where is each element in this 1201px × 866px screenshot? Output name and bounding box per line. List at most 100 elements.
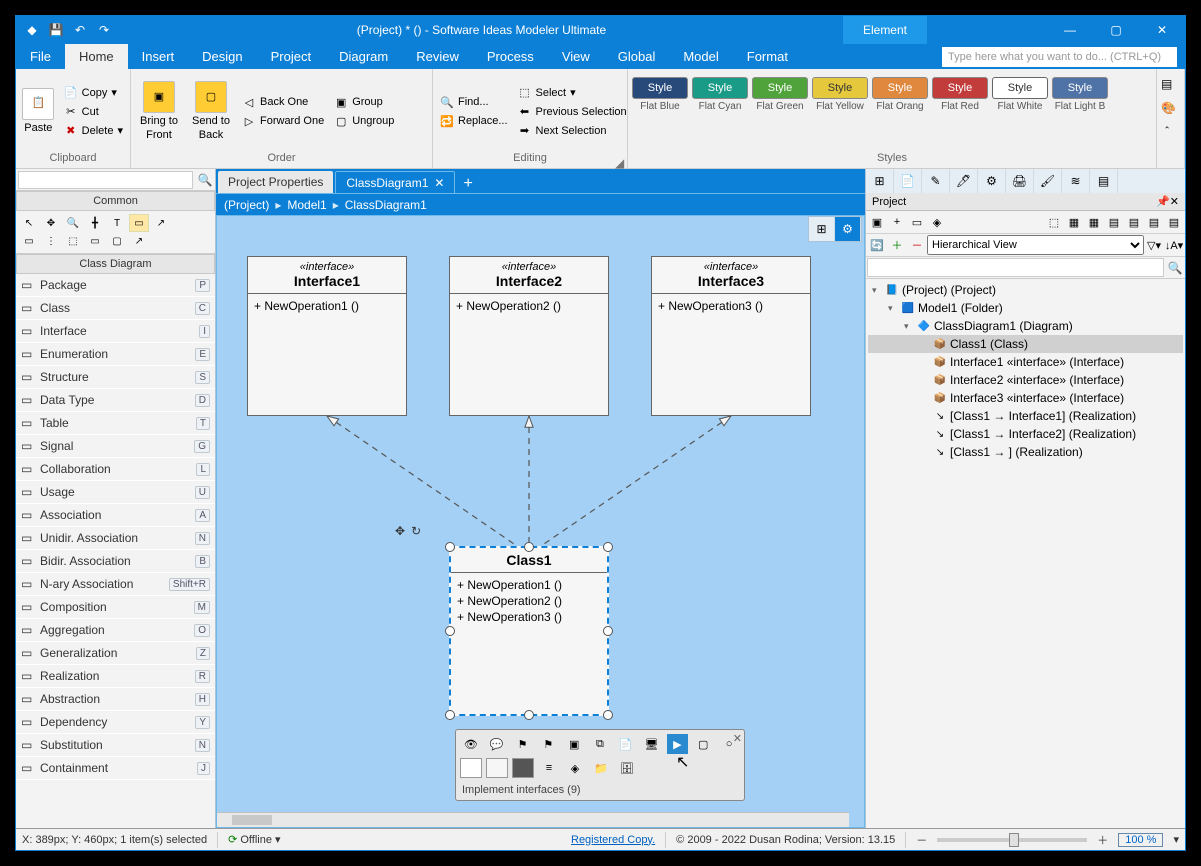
menu-home[interactable]: Home	[65, 44, 128, 69]
swatch-gray[interactable]	[486, 758, 508, 778]
view-mode-select[interactable]: Hierarchical View	[927, 235, 1144, 255]
tool-structure[interactable]: ▭StructureS	[16, 366, 215, 389]
rt-8[interactable]: ≋	[1062, 169, 1090, 193]
sm-7[interactable]: 📄	[615, 734, 637, 754]
tool-c[interactable]: ⬚	[63, 232, 83, 250]
tool-collaboration[interactable]: ▭CollaborationL	[16, 458, 215, 481]
sm-list[interactable]: ≡	[538, 758, 560, 778]
tool-association[interactable]: ▭AssociationA	[16, 504, 215, 527]
sm-shape1[interactable]: ◈	[564, 758, 586, 778]
apply-style-icon[interactable]: 🎨	[1161, 101, 1180, 115]
tree-node[interactable]: 📦Interface3 «interface» (Interface)	[868, 389, 1183, 407]
rt-5[interactable]: ⚙	[978, 169, 1006, 193]
style-flat-cyan[interactable]: Style	[692, 77, 748, 99]
select-button[interactable]: ⬚Select ▾	[515, 85, 630, 101]
minimize-button[interactable]: —	[1047, 16, 1093, 44]
rt-2[interactable]: 📄	[894, 169, 922, 193]
arrow-tool[interactable]: ↗	[151, 214, 171, 232]
menu-insert[interactable]: Insert	[128, 44, 189, 69]
pt-2[interactable]: +	[887, 212, 907, 232]
zoom-out-icon[interactable]: －	[916, 832, 927, 848]
close-button[interactable]: ✕	[1139, 16, 1185, 44]
find-button[interactable]: 🔍Find...	[437, 94, 511, 110]
class-element[interactable]: Class1 + NewOperation1 ()+ NewOperation2…	[449, 546, 609, 716]
interface-element[interactable]: «interface»Interface3+ NewOperation3 ()	[651, 256, 811, 416]
filter-icon[interactable]: ▽▾	[1144, 235, 1164, 255]
styles-gallery[interactable]: StyleFlat BlueStyleFlat CyanStyleFlat Gr…	[632, 77, 1152, 112]
breadcrumb-item[interactable]: ClassDiagram1	[345, 198, 427, 212]
tool-enumeration[interactable]: ▭EnumerationE	[16, 343, 215, 366]
breadcrumb-item[interactable]: Model1	[287, 198, 326, 212]
tab-close-icon[interactable]: ✕	[434, 176, 444, 190]
tool-generalization[interactable]: ▭GeneralizationZ	[16, 642, 215, 665]
pt-9[interactable]: ▤	[1124, 212, 1144, 232]
tree-node[interactable]: ▾🔷ClassDiagram1 (Diagram)	[868, 317, 1183, 335]
rt-6[interactable]: 🖨	[1006, 169, 1034, 193]
horizontal-scrollbar[interactable]	[217, 812, 849, 827]
prev-selection-button[interactable]: ⬅Previous Selection	[515, 104, 630, 120]
add-icon[interactable]: ＋	[887, 235, 907, 255]
remove-icon[interactable]: －	[907, 235, 927, 255]
hand-tool[interactable]: ✥	[41, 214, 61, 232]
bring-front-button[interactable]: ▣Bring to Front	[135, 81, 183, 141]
pt-3[interactable]: ▭	[907, 212, 927, 232]
tool-unidir-association[interactable]: ▭Unidir. AssociationN	[16, 527, 215, 550]
pt-4[interactable]: ◈	[927, 212, 947, 232]
tool-abstraction[interactable]: ▭AbstractionH	[16, 688, 215, 711]
ct-2[interactable]: ⚙	[835, 217, 861, 241]
more-styles-icon[interactable]: ▤	[1161, 77, 1180, 91]
tree-node[interactable]: 📦Interface1 «interface» (Interface)	[868, 353, 1183, 371]
tool-class[interactable]: ▭ClassC	[16, 297, 215, 320]
menu-file[interactable]: File	[16, 44, 65, 69]
tool-b[interactable]: ⋮	[41, 232, 61, 250]
maximize-button[interactable]: ▢	[1093, 16, 1139, 44]
sm-6[interactable]: ⧉	[589, 734, 611, 754]
menu-diagram[interactable]: Diagram	[325, 44, 402, 69]
menu-design[interactable]: Design	[188, 44, 256, 69]
pointer-tool[interactable]: ↖	[19, 214, 39, 232]
tool-package[interactable]: ▭PackageP	[16, 274, 215, 297]
search-icon[interactable]: 🔍	[195, 173, 215, 187]
menu-process[interactable]: Process	[473, 44, 548, 69]
sm-5[interactable]: ▣	[563, 734, 585, 754]
zoom-slider[interactable]	[937, 838, 1087, 842]
zoom-tool[interactable]: 🔍	[63, 214, 83, 232]
sm-2[interactable]: 💬	[486, 734, 508, 754]
pan-tool[interactable]: ╋	[85, 214, 105, 232]
tool-composition[interactable]: ▭CompositionM	[16, 596, 215, 619]
group-button[interactable]: ▣Group	[331, 94, 397, 110]
copy-button[interactable]: 📄Copy ▾	[61, 85, 126, 101]
cut-button[interactable]: ✂Cut	[61, 104, 126, 120]
doc-tab[interactable]: Project Properties	[218, 171, 333, 193]
tool-interface[interactable]: ▭InterfaceI	[16, 320, 215, 343]
ct-1[interactable]: ⊞	[809, 217, 835, 241]
send-back-button[interactable]: ▢Send to Back	[187, 81, 235, 141]
pt-11[interactable]: ▤	[1164, 212, 1184, 232]
style-flat-blue[interactable]: Style	[632, 77, 688, 99]
rt-1[interactable]: ⊞	[866, 169, 894, 193]
pt-5[interactable]: ⬚	[1044, 212, 1064, 232]
style-flat-orang[interactable]: Style	[872, 77, 928, 99]
rt-9[interactable]: ▤	[1090, 169, 1118, 193]
undo-icon[interactable]: ↶	[72, 22, 88, 38]
toolbox-header-category[interactable]: Class Diagram	[16, 254, 215, 274]
tree-node[interactable]: ↘[Class1 → Interface2] (Realization)	[868, 425, 1183, 443]
menu-model[interactable]: Model	[669, 44, 732, 69]
redo-icon[interactable]: ↷	[96, 22, 112, 38]
breadcrumb-item[interactable]: (Project)	[224, 198, 269, 212]
delete-button[interactable]: ✖Delete ▾	[61, 123, 126, 139]
sm-folder[interactable]: 📁	[590, 758, 612, 778]
collapse-ribbon-icon[interactable]: ＾	[1161, 125, 1180, 142]
tool-a[interactable]: ▭	[19, 232, 39, 250]
interface-element[interactable]: «interface»Interface2+ NewOperation2 ()	[449, 256, 609, 416]
pin-icon[interactable]: 📌	[1156, 195, 1170, 208]
text-tool[interactable]: T	[107, 214, 127, 232]
tool-e[interactable]: ▢	[107, 232, 127, 250]
sm-implement[interactable]: ▶	[667, 734, 689, 754]
style-flat-light-b[interactable]: Style	[1052, 77, 1108, 99]
menu-format[interactable]: Format	[733, 44, 802, 69]
sm-3[interactable]: ⚑	[512, 734, 534, 754]
style-flat-white[interactable]: Style	[992, 77, 1048, 99]
diagram-canvas[interactable]: «interface»Interface1+ NewOperation1 ()«…	[216, 215, 865, 828]
doc-tab[interactable]: ClassDiagram1✕	[335, 171, 455, 193]
